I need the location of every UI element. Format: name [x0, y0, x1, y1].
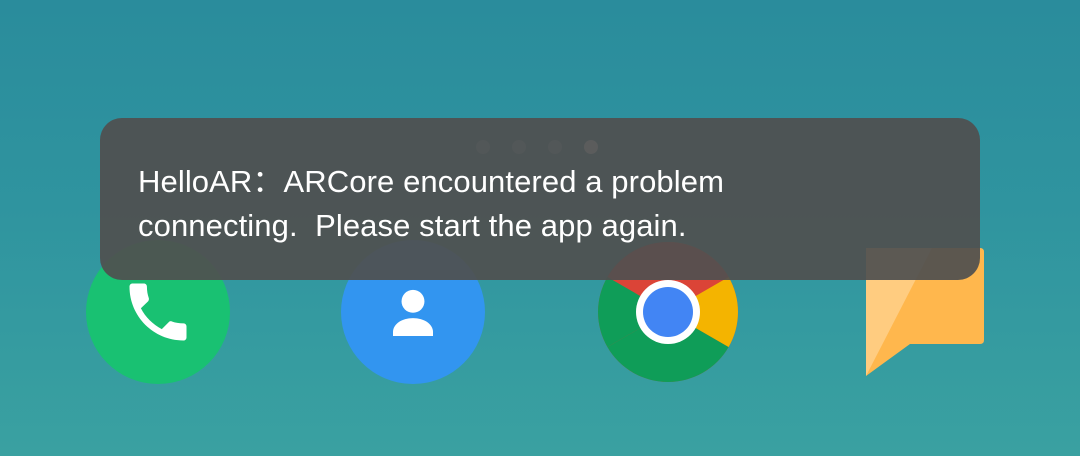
toast-message-line-1: HelloAR：ARCore encountered a problem: [138, 164, 724, 199]
toast-notification: HelloAR：ARCore encountered a problem con…: [100, 118, 980, 280]
phone-icon: [129, 283, 187, 341]
toast-message-line-2: connecting. Please start the app again.: [138, 208, 687, 243]
contacts-icon: [393, 289, 433, 336]
toast-message: HelloAR：ARCore encountered a problem con…: [138, 160, 942, 248]
